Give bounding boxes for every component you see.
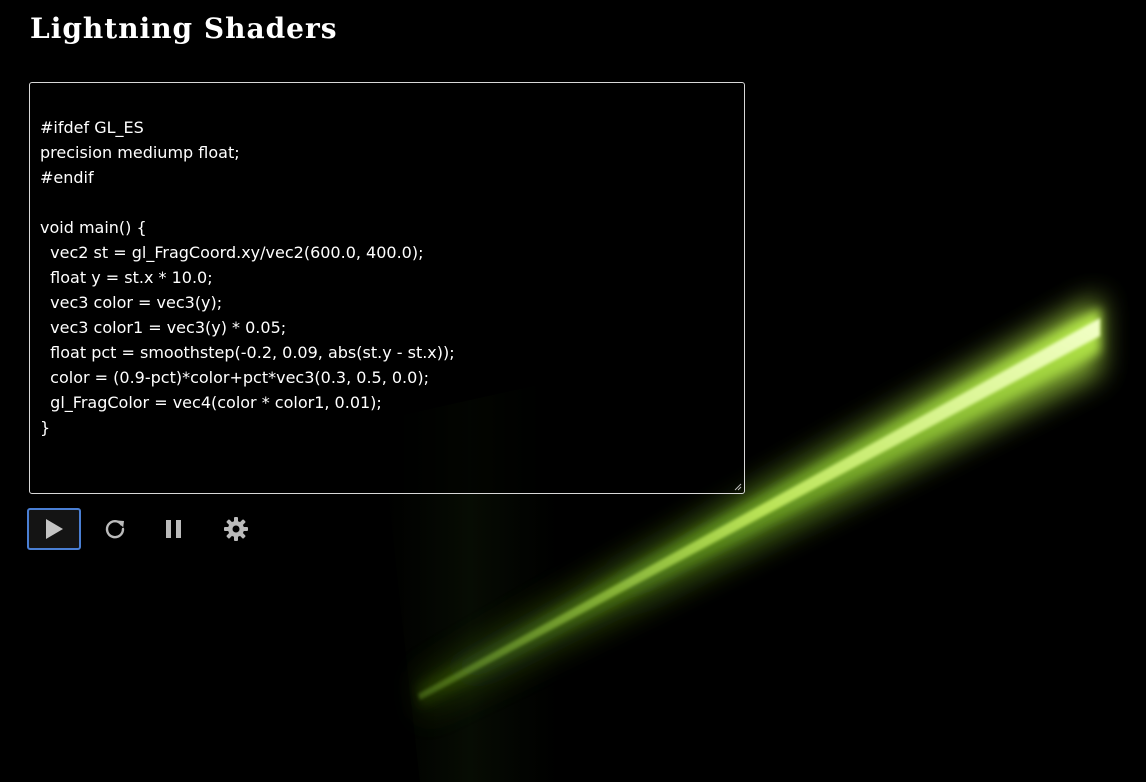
reload-button[interactable]: [88, 508, 142, 550]
reload-icon: [105, 520, 125, 539]
page-title: Lightning Shaders: [30, 12, 338, 45]
pause-button[interactable]: [147, 508, 201, 550]
shader-code[interactable]: #ifdef GL_ES precision mediump float; #e…: [30, 83, 744, 493]
play-icon: [46, 519, 63, 539]
resize-grip-icon[interactable]: [734, 483, 742, 491]
page: Lightning Shaders #ifdef GL_ES precision…: [0, 0, 1146, 782]
gear-icon: [224, 517, 248, 541]
play-button[interactable]: [27, 508, 81, 550]
pause-icon: [166, 520, 181, 538]
settings-button[interactable]: [209, 508, 263, 550]
shader-code-editor[interactable]: #ifdef GL_ES precision mediump float; #e…: [29, 82, 745, 494]
